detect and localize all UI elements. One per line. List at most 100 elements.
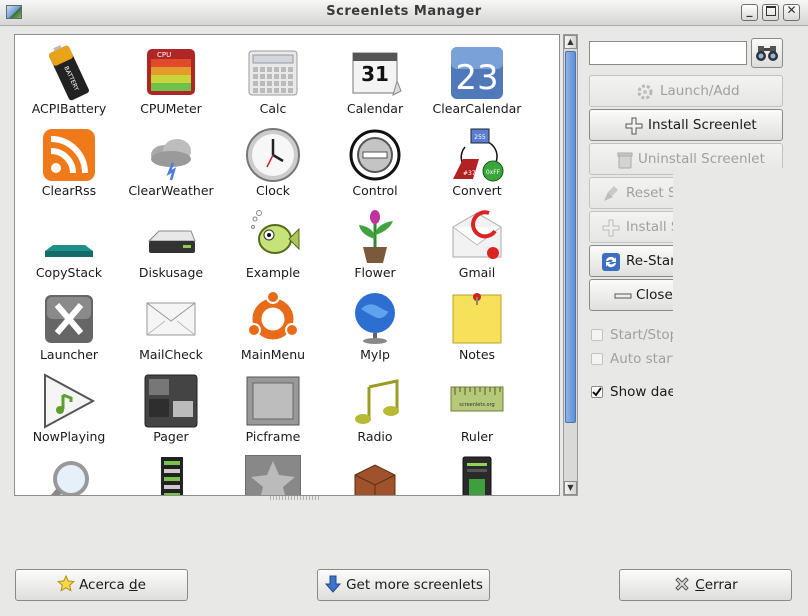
screenlet-item[interactable]: Gmail xyxy=(425,205,529,287)
search-button[interactable] xyxy=(751,38,783,68)
music-note-icon xyxy=(355,379,399,424)
screenlet-item[interactable]: 31 Calendar xyxy=(323,41,427,123)
down-arrow-icon xyxy=(324,575,342,593)
svg-text:screenlets.org: screenlets.org xyxy=(459,402,494,408)
svg-text:CPU: CPU xyxy=(157,51,171,59)
screenlet-label: Gmail xyxy=(458,265,496,280)
screenlet-item[interactable]: ClearWeather xyxy=(119,123,223,205)
screenlet-item[interactable]: Example xyxy=(221,205,325,287)
envelope-icon xyxy=(146,302,196,336)
computer-tower-icon xyxy=(462,456,492,495)
screenlet-item[interactable] xyxy=(323,451,427,495)
screenlet-label: Pager xyxy=(153,429,189,444)
screenlet-item[interactable]: BATTERY ACPIBattery xyxy=(17,41,121,123)
screenlet-label: NowPlaying xyxy=(32,429,106,444)
refresh-icon xyxy=(602,253,620,271)
overlay-panel xyxy=(673,168,808,418)
fish-icon xyxy=(251,210,300,254)
screenlet-label: Example xyxy=(245,265,301,280)
screenlet-item[interactable]: 255 #377 0xFF Convert xyxy=(425,123,529,205)
checkbox-box[interactable] xyxy=(591,329,603,341)
cerrar-button[interactable]: Cerrar xyxy=(619,569,792,601)
screenlet-label: Convert xyxy=(452,183,502,198)
screenlet-label: ClearRss xyxy=(41,183,97,198)
clear-calendar-icon: 23 xyxy=(451,47,503,99)
screenlet-item[interactable] xyxy=(119,451,223,495)
cpu-meter-icon: CPU xyxy=(147,49,195,95)
minus-icon xyxy=(614,293,632,299)
screenlet-grid[interactable]: BATTERY ACPIBattery CPU CPUMeter Calc 31 Calen… xyxy=(14,34,560,496)
scrollbar[interactable]: ▲ ▼ xyxy=(563,34,578,496)
screenlet-item[interactable]: Picframe xyxy=(221,369,325,451)
screenlet-item[interactable]: Control xyxy=(323,123,427,205)
launch-add-button[interactable]: Launch/Add xyxy=(589,75,783,107)
window-title: Screenlets Manager xyxy=(326,4,482,19)
screenlet-label: Clock xyxy=(256,183,290,198)
get-more-screenlets-button[interactable]: Get more screenlets xyxy=(317,569,490,601)
screenlet-item[interactable]: CPU CPUMeter xyxy=(119,41,223,123)
screenlet-item[interactable]: Radio xyxy=(323,369,427,451)
pager-icon xyxy=(144,374,198,428)
svg-text:#377: #377 xyxy=(463,170,480,177)
ruler-icon: screenlets.org xyxy=(450,386,504,412)
calculator-icon xyxy=(248,50,298,96)
screenlet-label: Control xyxy=(352,183,398,198)
gmail-icon xyxy=(452,210,502,259)
checkbox-box[interactable] xyxy=(591,386,603,398)
minimize-button[interactable]: _ xyxy=(741,3,758,21)
scroll-up-arrow[interactable]: ▲ xyxy=(564,35,577,49)
install-screenlet-button[interactable]: Install Screenlet xyxy=(589,109,783,141)
screenlet-item[interactable]: Clock xyxy=(221,123,325,205)
screenlet-item[interactable]: 23 ClearCalendar xyxy=(425,41,529,123)
flower-icon xyxy=(359,210,393,263)
screenlet-item[interactable]: NowPlaying xyxy=(17,369,121,451)
screenlet-item[interactable]: screenlets.org Ruler xyxy=(425,369,529,451)
screenlet-label: MailCheck xyxy=(139,347,203,362)
screenlet-item[interactable]: MailCheck xyxy=(119,287,223,369)
screenlet-item[interactable]: Diskusage xyxy=(119,205,223,287)
screenlet-label: Calendar xyxy=(346,101,404,116)
screenlet-item[interactable]: Notes xyxy=(425,287,529,369)
picframe-icon xyxy=(246,376,300,426)
disk-icon xyxy=(147,230,196,253)
weather-icon xyxy=(151,139,191,181)
screenlet-item[interactable]: ClearRss xyxy=(17,123,121,205)
convert-icon: 255 #377 0xFF xyxy=(453,128,504,182)
screenlet-label: Diskusage xyxy=(138,265,204,280)
svg-text:0xFF: 0xFF xyxy=(486,169,501,176)
calendar-icon: 31 xyxy=(352,52,402,96)
screenlet-item[interactable]: MainMenu xyxy=(221,287,325,369)
search-input[interactable] xyxy=(589,41,747,65)
resize-grip[interactable] xyxy=(270,496,320,500)
title-bar: Screenlets Manager _ ✕ xyxy=(0,0,808,26)
screenlet-item[interactable] xyxy=(221,451,325,495)
screenlet-label: Radio xyxy=(357,429,393,444)
clock-icon xyxy=(246,128,300,182)
screenlet-item[interactable]: Flower xyxy=(323,205,427,287)
about-button[interactable]: Acerca de xyxy=(15,569,188,601)
box-icon xyxy=(354,464,396,495)
close-window-button[interactable]: ✕ xyxy=(783,3,800,21)
screenlet-item[interactable]: Calc xyxy=(221,41,325,123)
screenlet-item[interactable]: Pager xyxy=(119,369,223,451)
screenlet-item[interactable]: Launcher xyxy=(17,287,121,369)
star-frame-icon xyxy=(245,455,301,495)
svg-text:31: 31 xyxy=(361,62,389,86)
maximize-button[interactable] xyxy=(762,4,779,21)
copystack-icon xyxy=(45,245,93,257)
star-icon xyxy=(57,575,76,592)
globe-icon xyxy=(355,293,395,344)
screenlet-label: CopyStack xyxy=(35,265,103,280)
scroll-thumb[interactable] xyxy=(565,51,576,423)
scroll-down-arrow[interactable]: ▼ xyxy=(564,481,577,495)
screenlet-label: MyIp xyxy=(360,347,390,362)
screenlet-item[interactable] xyxy=(425,451,529,495)
screenlet-label: ACPIBattery xyxy=(31,101,107,116)
checkbox-box[interactable] xyxy=(591,353,603,365)
svg-text:23: 23 xyxy=(455,58,498,98)
screenlet-label: ClearCalendar xyxy=(432,101,522,116)
screenlet-item[interactable] xyxy=(17,451,121,495)
screenlet-label: Notes xyxy=(458,347,496,362)
screenlet-item[interactable]: MyIp xyxy=(323,287,427,369)
screenlet-item[interactable]: CopyStack xyxy=(17,205,121,287)
